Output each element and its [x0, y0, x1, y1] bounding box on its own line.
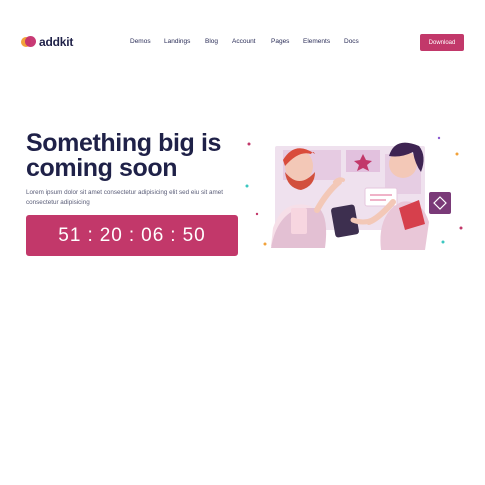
- hero-title-line-2: coming soon: [26, 154, 178, 182]
- countdown-separator: :: [170, 224, 177, 246]
- logo-icon: [21, 35, 36, 49]
- countdown-separator: :: [87, 224, 94, 246]
- nav-item-elements[interactable]: Elements: [303, 38, 330, 45]
- hero-title: Something big is coming soon: [26, 131, 256, 181]
- brand-logo[interactable]: addkit: [21, 35, 73, 49]
- nav-item-landings[interactable]: Landings: [164, 38, 190, 45]
- top-navbar: addkit Demos Landings Blog Account Pages…: [0, 0, 485, 84]
- nav-item-account[interactable]: Account: [232, 38, 256, 45]
- two-people-collaborating-illustration: [245, 136, 463, 250]
- download-button[interactable]: Download: [420, 34, 464, 51]
- countdown-separator: :: [128, 224, 136, 246]
- brand-name: addkit: [39, 35, 74, 49]
- nav-item-blog[interactable]: Blog: [205, 38, 218, 45]
- countdown-days: 51: [58, 224, 82, 246]
- countdown-timer: 51 : 20 : 06 : 50: [26, 215, 238, 256]
- nav-item-docs[interactable]: Docs: [344, 38, 359, 45]
- countdown-seconds: 50: [182, 224, 206, 246]
- hero-illustration: [243, 124, 468, 264]
- countdown-hours: 20: [99, 224, 123, 246]
- hero-title-line-1: Something big is: [26, 129, 221, 157]
- countdown-minutes: 06: [141, 224, 165, 246]
- hero-description: Lorem ipsum dolor sit amet consectetur a…: [26, 189, 224, 206]
- nav-item-pages[interactable]: Pages: [271, 38, 289, 45]
- nav-item-demos[interactable]: Demos: [130, 38, 151, 45]
